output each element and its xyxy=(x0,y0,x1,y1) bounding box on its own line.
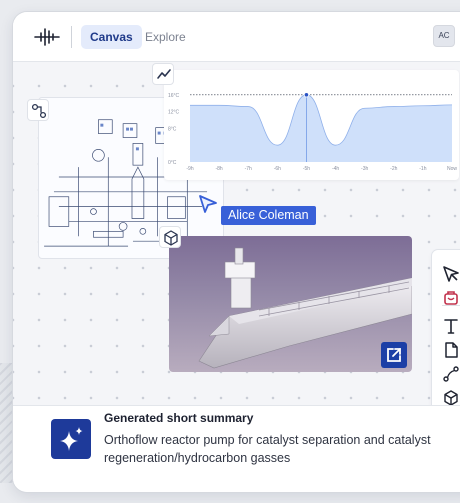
x-tick-label: -8h xyxy=(215,166,222,172)
canvas[interactable]: 16°C 12°C 8°C 0°C -9h -8h -7h -6h -5h -4h -3h -2h -1… xyxy=(13,62,460,448)
app-window: Canvas Explore AC 16°C 12°C 8°C 0°C -9h … xyxy=(13,12,460,492)
sparkle-icon xyxy=(51,419,91,459)
collaborator-name-tag: Alice Coleman xyxy=(221,206,316,225)
highlight-point[interactable] xyxy=(303,92,310,98)
x-tick-label: Now xyxy=(447,166,457,172)
summary-title: Generated short summary xyxy=(104,411,254,425)
diagram-icon[interactable] xyxy=(27,99,49,121)
x-tick-label: -1h xyxy=(419,166,426,172)
y-tick-label: 12°C xyxy=(168,110,180,116)
divider xyxy=(71,26,72,48)
x-tick-label: -5h xyxy=(303,166,310,172)
ship-model-image[interactable] xyxy=(169,236,412,372)
temperature-chart: 16°C 12°C 8°C 0°C -9h -8h -7h -6h -5h -4h -3h -2h -1… xyxy=(168,92,457,172)
y-tick-label: 0°C xyxy=(168,160,177,166)
tool-divider xyxy=(442,305,460,306)
x-tick-label: -6h xyxy=(274,166,281,172)
chart-icon[interactable] xyxy=(152,63,174,85)
summary-text: Orthoflow reactor pump for catalyst sepa… xyxy=(104,433,431,465)
x-tick-label: -7h xyxy=(245,166,252,172)
document-icon[interactable] xyxy=(441,340,460,360)
x-tick-label: -9h xyxy=(186,166,193,172)
series-area xyxy=(190,94,452,162)
tab-canvas[interactable]: Canvas xyxy=(81,25,142,49)
tab-explore[interactable]: Explore xyxy=(145,25,186,49)
pointer-icon[interactable] xyxy=(441,264,460,284)
text-icon[interactable] xyxy=(441,316,460,336)
collaborator-cursor-icon xyxy=(199,195,217,213)
external-link-icon xyxy=(387,348,401,362)
3d-model-icon[interactable] xyxy=(159,226,181,248)
ship-render xyxy=(198,247,412,369)
y-tick-label: 8°C xyxy=(168,126,177,132)
connector-icon[interactable] xyxy=(441,364,460,384)
x-tick-label: -4h xyxy=(332,166,339,172)
user-avatar[interactable]: AC xyxy=(433,25,455,47)
top-bar: Canvas Explore AC xyxy=(13,12,460,62)
x-tick-label: -3h xyxy=(361,166,368,172)
x-tick-label: -2h xyxy=(390,166,397,172)
logo-icon xyxy=(34,28,60,46)
y-tick-label: 16°C xyxy=(168,93,180,99)
summary-panel: Generated short summary Orthoflow reacto… xyxy=(13,405,460,492)
temperature-chart-card[interactable]: 16°C 12°C 8°C 0°C -9h -8h -7h -6h -5h -4h -3h -2h -1… xyxy=(164,70,459,180)
open-external-button[interactable] xyxy=(381,342,407,368)
